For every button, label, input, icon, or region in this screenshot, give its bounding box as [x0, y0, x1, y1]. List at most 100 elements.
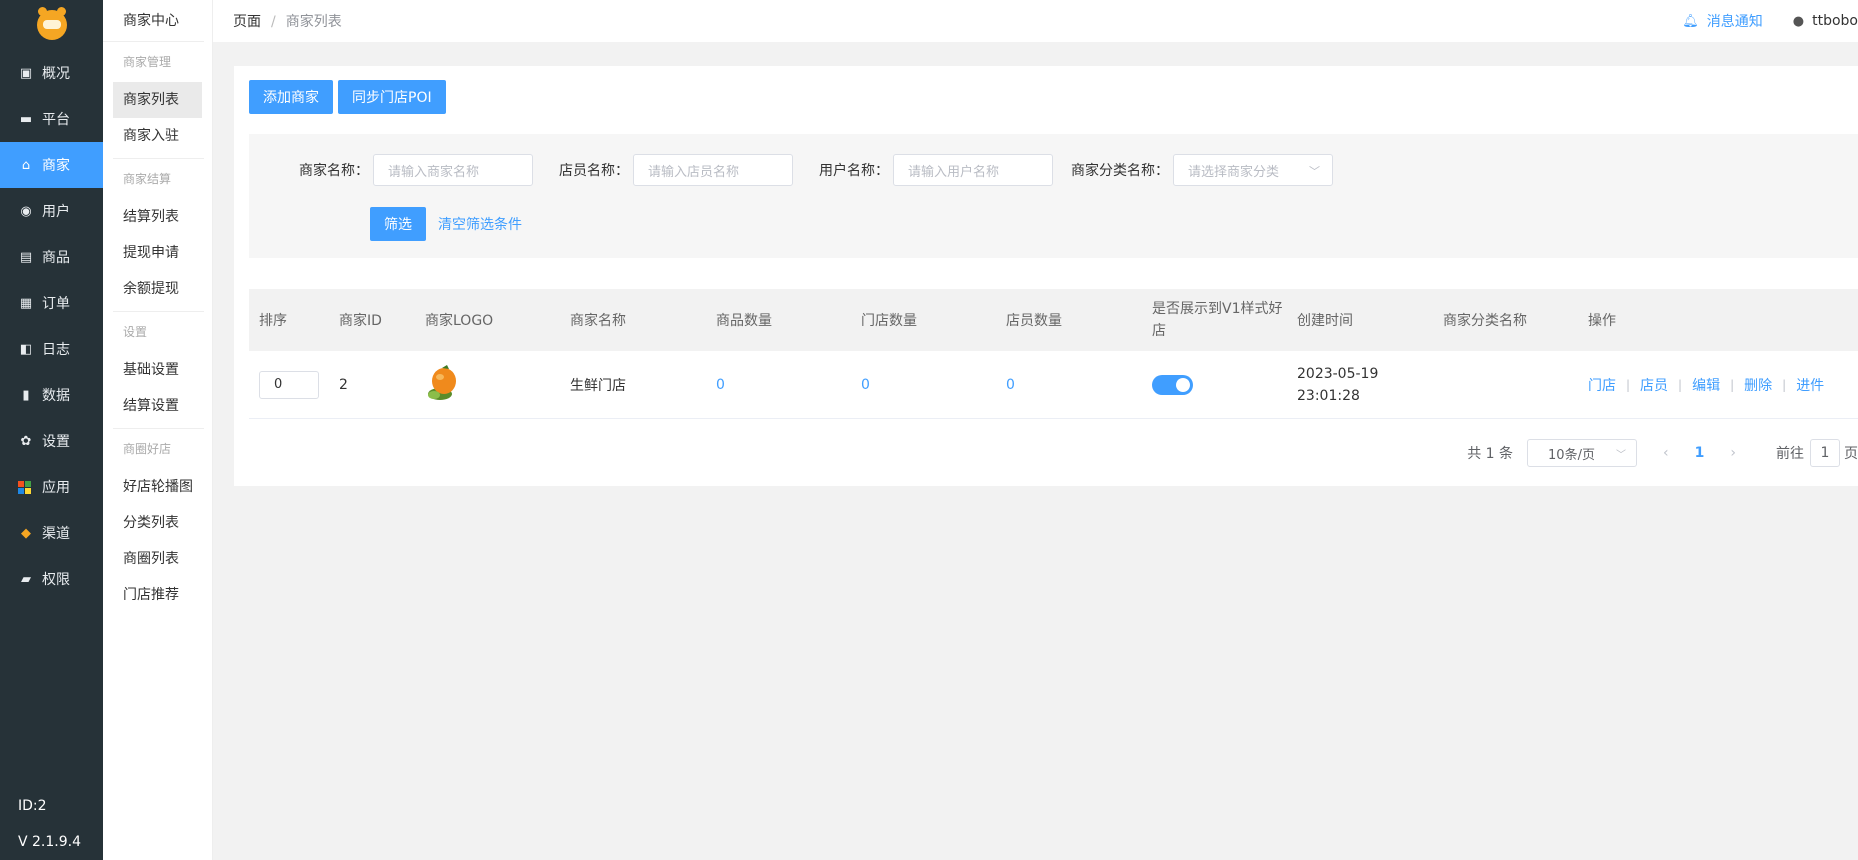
- table-header: 排序 商家ID 商家LOGO 商家名称 商品数量 门店数量 店员数量 是否展示到…: [249, 289, 1858, 351]
- add-merchant-button[interactable]: 添加商家: [249, 80, 333, 114]
- filter-button[interactable]: 筛选: [370, 207, 426, 241]
- sidebar-item-apps[interactable]: 应用: [0, 464, 103, 510]
- sidebar-item-label: 数据: [42, 388, 70, 404]
- user-name-input[interactable]: 请输入用户名称: [893, 154, 1053, 186]
- sidebar-item-permission[interactable]: ▰ 权限: [0, 556, 103, 602]
- account-id: ID:2: [18, 798, 47, 814]
- sync-poi-button[interactable]: 同步门店POI: [338, 80, 446, 114]
- merchant-name-input[interactable]: 请输入商家名称: [373, 154, 533, 186]
- clerk-count-link[interactable]: 0: [996, 377, 1142, 393]
- col-store-count: 门店数量: [861, 313, 917, 329]
- col-created: 创建时间: [1297, 313, 1353, 329]
- filter-label: 店员名称：: [559, 163, 629, 179]
- page-size-value: 10条/页: [1548, 447, 1595, 463]
- sub-sidebar: 商家中心 商家管理 商家列表 商家入驻 商家结算 结算列表 提现申请 余额提现 …: [103, 0, 213, 860]
- merchant-table: 排序 商家ID 商家LOGO 商家名称 商品数量 门店数量 店员数量 是否展示到…: [249, 289, 1858, 419]
- col-logo: 商家LOGO: [425, 313, 494, 329]
- subnav-item-settle-settings[interactable]: 结算设置: [103, 388, 202, 424]
- user-icon: ●: [1792, 13, 1805, 29]
- user-menu[interactable]: ● ttbobo: [1793, 13, 1858, 29]
- page-size-select[interactable]: 10条/页 ﹀: [1527, 439, 1638, 467]
- action-separator: |: [1626, 377, 1631, 392]
- sidebar-item-overview[interactable]: ▣ 概况: [0, 50, 103, 96]
- col-name: 商家名称: [570, 313, 626, 329]
- subnav-item-settle-list[interactable]: 结算列表: [103, 199, 202, 235]
- sidebar-item-label: 渠道: [42, 526, 70, 542]
- sidebar-item-platform[interactable]: ▬ 平台: [0, 96, 103, 142]
- header-actions: 🔔︎ 消息通知 ● ttbobo: [1682, 0, 1858, 42]
- sidebar-item-channel[interactable]: ◆ 渠道: [0, 510, 103, 556]
- pagination: 共 1 条 10条/页 ﹀ ‹ 1 › 前往 1 页: [1467, 439, 1858, 467]
- goto-page-input[interactable]: 1: [1810, 439, 1840, 467]
- filter-panel: 商家名称： 请输入商家名称 店员名称： 请输入店员名称 用户名称： 请输入用户名…: [249, 134, 1858, 258]
- logo[interactable]: [0, 0, 103, 50]
- col-goods-count: 商品数量: [716, 313, 772, 329]
- sidebar-item-log[interactable]: ◧ 日志: [0, 326, 103, 372]
- goods-count-link[interactable]: 0: [706, 377, 851, 393]
- subnav-item-withdraw-apply[interactable]: 提现申请: [103, 235, 202, 271]
- cube-icon: ◆: [21, 525, 31, 541]
- action-separator: |: [1730, 377, 1735, 392]
- sidebar-item-label: 用户: [42, 204, 70, 220]
- sidebar-item-label: 商品: [42, 250, 70, 266]
- top-header: 页面 / 商家列表 🔔︎ 消息通知 ● ttbobo: [213, 0, 1858, 42]
- sidebar-item-settings[interactable]: ✿ 设置: [0, 418, 103, 464]
- subnav-item-merchant-join[interactable]: 商家入驻: [103, 118, 202, 154]
- lock-icon: ▰: [21, 571, 31, 587]
- goto-unit: 页: [1844, 446, 1858, 462]
- v1-show-toggle[interactable]: [1152, 374, 1193, 395]
- row-actions: 门店 | 店员 | 编辑 | 删除 | 进件: [1578, 375, 1838, 395]
- subnav-group-settings: 设置: [123, 325, 148, 339]
- sidebar-footer: ID:2 V 2.1.9.4: [18, 788, 81, 860]
- sidebar-item-goods[interactable]: ▤ 商品: [0, 234, 103, 280]
- breadcrumb: 页面 / 商家列表: [233, 11, 342, 31]
- subnav-item-category-list[interactable]: 分类列表: [103, 505, 202, 541]
- delete-action-link[interactable]: 删除: [1744, 375, 1772, 395]
- next-page-button[interactable]: ›: [1730, 445, 1736, 461]
- filter-clerk-name: 店员名称： 请输入店员名称: [559, 154, 793, 186]
- subnav-group-settlement: 商家结算: [123, 172, 172, 186]
- sort-input[interactable]: 0: [259, 370, 319, 399]
- store-count-link[interactable]: 0: [851, 377, 996, 393]
- col-clerk-count: 店员数量: [1006, 313, 1062, 329]
- clerk-action-link[interactable]: 店员: [1640, 375, 1668, 395]
- breadcrumb-current: 商家列表: [285, 14, 342, 30]
- clear-filter-link[interactable]: 清空筛选条件: [438, 214, 522, 234]
- sidebar-item-label: 商家: [42, 158, 70, 174]
- subnav-item-balance-withdraw[interactable]: 余额提现: [103, 271, 202, 307]
- category-select[interactable]: 请选择商家分类 ﹀: [1173, 154, 1333, 186]
- subnav-item-banner[interactable]: 好店轮播图: [103, 469, 202, 505]
- prev-page-button[interactable]: ‹: [1663, 445, 1669, 461]
- current-page[interactable]: 1: [1695, 445, 1705, 461]
- order-icon: ▦: [19, 295, 33, 311]
- breadcrumb-root[interactable]: 页面: [233, 14, 261, 30]
- filter-label: 商家名称：: [299, 163, 369, 179]
- chevron-down-icon: ﹀: [1309, 165, 1320, 178]
- subnav-item-merchant-list[interactable]: 商家列表: [113, 82, 202, 118]
- monitor-chart-icon: ▣: [19, 65, 33, 81]
- sidebar-item-label: 日志: [42, 342, 70, 358]
- notification-link[interactable]: 🔔︎ 消息通知: [1682, 11, 1763, 31]
- filter-category: 商家分类名称： 请选择商家分类 ﹀: [1071, 154, 1333, 186]
- onboard-action-link[interactable]: 进件: [1796, 375, 1824, 395]
- store-action-link[interactable]: 门店: [1588, 375, 1616, 395]
- filter-label: 商家分类名称：: [1071, 163, 1169, 179]
- goods-icon: ▤: [19, 249, 33, 265]
- sidebar-item-user[interactable]: ◉ 用户: [0, 188, 103, 234]
- filter-merchant-name: 商家名称： 请输入商家名称: [299, 154, 533, 186]
- created-time: 2023-05-19 23:01:28: [1297, 365, 1379, 404]
- subnav-item-store-recommend[interactable]: 门店推荐: [103, 577, 202, 613]
- sidebar-item-label: 订单: [42, 296, 70, 312]
- sidebar-item-merchant[interactable]: ⌂ 商家: [0, 142, 103, 188]
- col-sort: 排序: [259, 313, 287, 329]
- user-icon: ◉: [20, 203, 32, 219]
- sidebar-item-data[interactable]: ▮ 数据: [0, 372, 103, 418]
- edit-action-link[interactable]: 编辑: [1692, 375, 1720, 395]
- username: ttbobo: [1812, 13, 1858, 29]
- subnav-item-basic-settings[interactable]: 基础设置: [103, 352, 202, 388]
- col-ops: 操作: [1588, 313, 1616, 329]
- sidebar-item-order[interactable]: ▦ 订单: [0, 280, 103, 326]
- clerk-name-input[interactable]: 请输入店员名称: [633, 154, 793, 186]
- goto-label: 前往: [1776, 446, 1804, 462]
- subnav-item-circle-list[interactable]: 商圈列表: [103, 541, 202, 577]
